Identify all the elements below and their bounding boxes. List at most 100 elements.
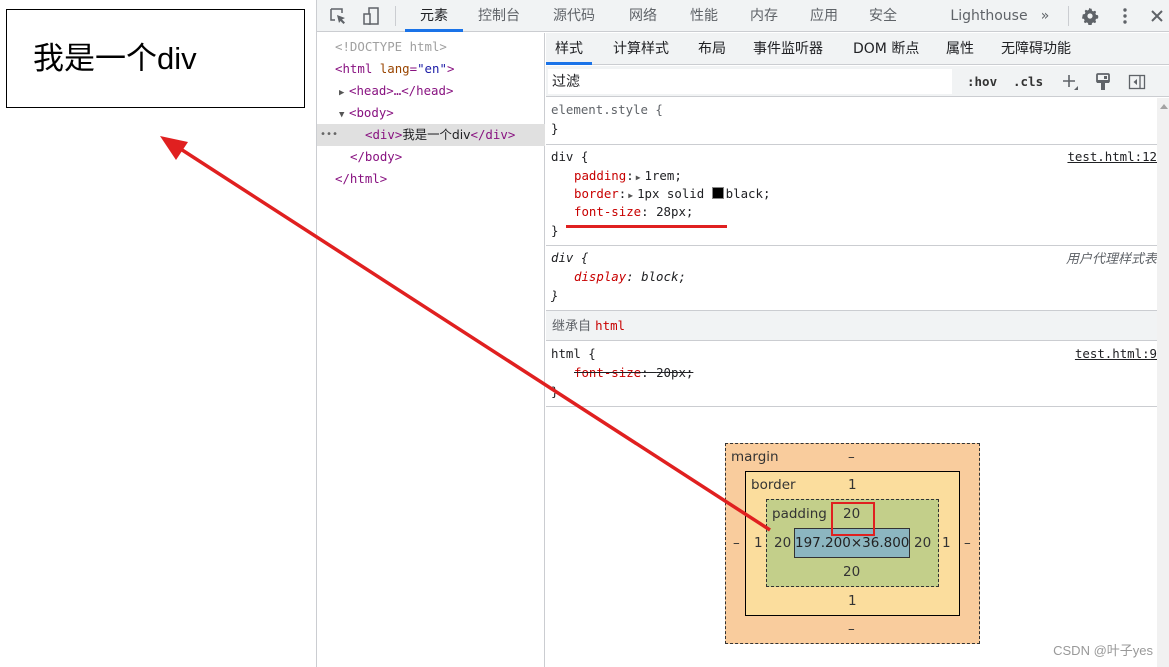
dom-node-div[interactable]: ••• <div>我是一个div</div> bbox=[317, 124, 545, 146]
scroll-up-arrow-icon[interactable] bbox=[1160, 104, 1168, 109]
margin-right-value[interactable]: – bbox=[964, 535, 971, 551]
collapse-triangle-icon[interactable]: ▼ bbox=[339, 104, 349, 126]
devtools-toolbar: 元素 控制台 源代码 网络 性能 内存 应用 安全 Lighthouse » bbox=[317, 0, 1169, 32]
padding-left-value[interactable]: 20 bbox=[774, 535, 791, 551]
tab-sources[interactable]: 源代码 bbox=[544, 0, 604, 32]
border-left-value[interactable]: 1 bbox=[754, 535, 763, 551]
source-link[interactable]: test.html:12 bbox=[1067, 149, 1157, 164]
dom-node-body-close[interactable]: </body> bbox=[317, 146, 545, 168]
border-bottom-value[interactable]: 1 bbox=[848, 593, 857, 609]
dom-node-body[interactable]: ▼ <body> bbox=[317, 102, 545, 124]
body-close-tag: </body> bbox=[350, 149, 403, 164]
html-tag-close: > bbox=[446, 61, 455, 76]
dom-node-doctype[interactable]: <!DOCTYPE html> bbox=[317, 36, 545, 58]
border-top-value[interactable]: 1 bbox=[848, 477, 857, 493]
source-link[interactable]: test.html:9 bbox=[1075, 346, 1157, 361]
rule-close-brace: } bbox=[551, 121, 559, 136]
expand-triangle-icon[interactable]: ▶ bbox=[628, 191, 633, 200]
padding-right-value[interactable]: 20 bbox=[914, 535, 931, 551]
tab-memory[interactable]: 内存 bbox=[741, 0, 787, 32]
rule-element-style[interactable]: element.style { } bbox=[546, 98, 1157, 145]
margin-left-value[interactable]: – bbox=[733, 535, 740, 551]
cls-button[interactable]: .cls bbox=[1013, 72, 1043, 92]
subtab-properties[interactable]: 属性 bbox=[946, 33, 974, 65]
paint-brush-icon[interactable] bbox=[1092, 71, 1114, 93]
expand-triangle-icon[interactable]: ▶ bbox=[339, 82, 349, 104]
tab-network[interactable]: 网络 bbox=[620, 0, 666, 32]
plus-icon[interactable] bbox=[1059, 71, 1081, 93]
colon: : bbox=[618, 186, 627, 201]
tab-security[interactable]: 安全 bbox=[860, 0, 906, 32]
div-text-node: 我是一个div bbox=[402, 127, 471, 142]
toolbar-divider bbox=[395, 6, 396, 26]
devtools-panel: 元素 控制台 源代码 网络 性能 内存 应用 安全 Lighthouse » <… bbox=[316, 0, 1169, 667]
box-model-content[interactable]: 197.200×36.800 bbox=[794, 528, 910, 558]
demo-div[interactable]: 我是一个div bbox=[6, 9, 305, 108]
toolbar-divider bbox=[1068, 6, 1069, 26]
tab-application[interactable]: 应用 bbox=[801, 0, 847, 32]
inherited-element-link[interactable]: html bbox=[595, 318, 625, 333]
padding-top-value[interactable]: 20 bbox=[843, 506, 860, 522]
margin-bottom-value[interactable]: – bbox=[848, 621, 855, 637]
rule-selector: div { bbox=[551, 250, 589, 265]
prop-name: font-size bbox=[574, 204, 642, 219]
more-actions-icon[interactable]: ••• bbox=[320, 124, 338, 146]
prop-border[interactable]: border: ▶ 1px solid black; bbox=[574, 185, 770, 203]
tab-elements[interactable]: 元素 bbox=[405, 0, 463, 32]
prop-padding[interactable]: padding: ▶ 1rem; bbox=[574, 167, 682, 185]
kebab-menu-icon[interactable] bbox=[1115, 6, 1135, 26]
subtab-computed[interactable]: 计算样式 bbox=[613, 33, 669, 65]
border-right-value[interactable]: 1 bbox=[942, 535, 951, 551]
prop-font-size[interactable]: font-size: 28px; bbox=[574, 203, 693, 221]
device-toolbar-icon[interactable] bbox=[361, 6, 381, 26]
padding-bottom-value[interactable]: 20 bbox=[843, 564, 860, 580]
html-close-tag: </html> bbox=[335, 171, 388, 186]
dom-node-head[interactable]: ▶ <head>…</head> bbox=[317, 80, 545, 102]
toggle-sidebar-icon[interactable] bbox=[1126, 71, 1148, 93]
close-icon[interactable] bbox=[1147, 6, 1167, 26]
subtab-accessibility[interactable]: 无障碍功能 bbox=[1001, 33, 1071, 65]
subtab-styles[interactable]: 样式 bbox=[546, 33, 592, 65]
rule-close-brace: } bbox=[551, 384, 559, 399]
prop-value: 20px; bbox=[656, 365, 694, 380]
colon: : bbox=[641, 365, 657, 380]
inherited-from-header: 继承自 html bbox=[546, 311, 1157, 341]
lang-attr-name: lang bbox=[379, 61, 410, 76]
dom-node-html-close[interactable]: </html> bbox=[317, 168, 545, 190]
rule-div[interactable]: div { test.html:12 padding: ▶ 1rem; border… bbox=[546, 145, 1157, 246]
filter-input[interactable] bbox=[548, 69, 952, 94]
styles-scrollbar[interactable] bbox=[1157, 98, 1169, 667]
html-tag: <html bbox=[335, 61, 373, 76]
rule-selector: html { bbox=[551, 346, 596, 361]
tab-lighthouse[interactable]: Lighthouse bbox=[934, 0, 1044, 32]
color-swatch[interactable] bbox=[711, 187, 724, 199]
prop-value: 1px solid bbox=[637, 186, 705, 201]
head-tag: <head>…</head> bbox=[349, 83, 454, 98]
rule-selector: div { bbox=[551, 149, 589, 164]
tab-performance[interactable]: 性能 bbox=[681, 0, 727, 32]
inherited-label: 继承自 bbox=[552, 319, 592, 334]
prop-display[interactable]: display: block; bbox=[574, 268, 686, 286]
more-tabs-button[interactable]: » bbox=[1033, 0, 1057, 32]
prop-value: block; bbox=[641, 269, 686, 284]
element-picker-icon[interactable] bbox=[328, 6, 348, 26]
gear-icon[interactable] bbox=[1080, 6, 1100, 26]
rule-user-agent-div[interactable]: div { 用户代理样式表 display: block; } bbox=[546, 246, 1157, 311]
tab-console[interactable]: 控制台 bbox=[469, 0, 529, 32]
subtab-layout[interactable]: 布局 bbox=[698, 33, 726, 65]
colon: : bbox=[626, 269, 642, 284]
subtab-event-listeners[interactable]: 事件监听器 bbox=[753, 33, 823, 65]
subtab-dom-breakpoints[interactable]: DOM 断点 bbox=[853, 33, 919, 65]
colon: : bbox=[641, 204, 657, 219]
prop-font-size-overridden[interactable]: font-size: 20px; bbox=[574, 364, 693, 382]
margin-top-value[interactable]: – bbox=[848, 449, 855, 465]
colon: : bbox=[626, 168, 634, 183]
rule-close-brace: } bbox=[551, 223, 559, 238]
dom-node-html[interactable]: <html lang="en"> bbox=[317, 58, 545, 80]
rule-html[interactable]: html { test.html:9 font-size: 20px; } bbox=[546, 342, 1157, 407]
dom-tree: <!DOCTYPE html> <html lang="en"> ▶ <head>… bbox=[317, 33, 545, 667]
prop-value: 28px; bbox=[656, 204, 694, 219]
watermark: CSDN @叶子yes bbox=[1053, 643, 1153, 658]
expand-triangle-icon[interactable]: ▶ bbox=[636, 173, 641, 182]
hov-button[interactable]: :hov bbox=[967, 72, 997, 92]
